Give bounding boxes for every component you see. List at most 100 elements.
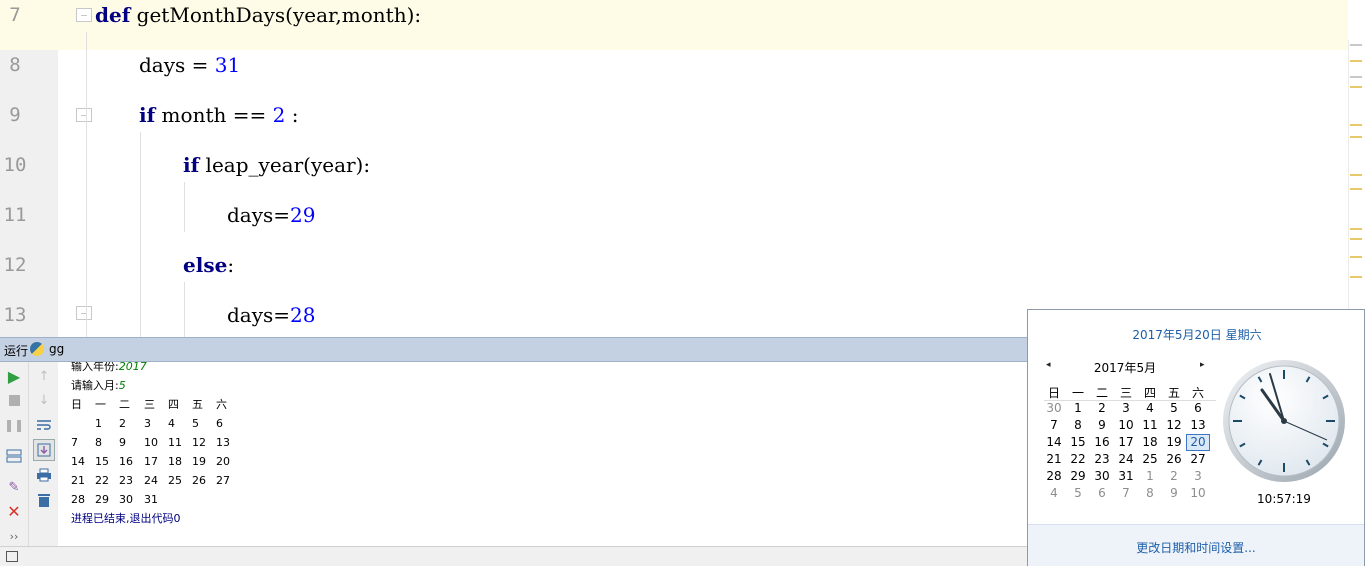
stripe-marker[interactable] <box>1350 188 1362 190</box>
editor-scrollbar[interactable] <box>1348 40 1365 337</box>
popup-day[interactable]: 17 <box>1114 434 1138 451</box>
code-text[interactable]: def getMonthDays(year,month): <box>95 0 421 30</box>
code-line-12[interactable]: 12 else: <box>0 250 1348 300</box>
popup-day[interactable]: 11 <box>1138 417 1162 434</box>
popup-day[interactable]: 8 <box>1066 417 1090 434</box>
fold-marker-icon[interactable] <box>76 108 92 122</box>
popup-day[interactable]: 5 <box>1066 485 1090 502</box>
popup-day[interactable]: 10 <box>1114 417 1138 434</box>
popup-day[interactable]: 30 <box>1090 468 1114 485</box>
code-line-10[interactable]: 10 if leap_year(year): <box>0 150 1348 200</box>
console-day: 16 <box>119 455 133 468</box>
trash-icon[interactable] <box>34 490 54 510</box>
soft-wrap-icon[interactable] <box>34 415 54 435</box>
console-day: 17 <box>144 455 158 468</box>
popup-day[interactable]: 6 <box>1186 400 1210 417</box>
popup-day[interactable]: 3 <box>1186 468 1210 485</box>
popup-day[interactable]: 16 <box>1090 434 1114 451</box>
popup-day[interactable]: 31 <box>1114 468 1138 485</box>
code-line-8[interactable]: 8 days = 31 <box>0 50 1348 100</box>
popup-day[interactable]: 26 <box>1162 451 1186 468</box>
code-text[interactable]: if leap_year(year): <box>183 150 370 180</box>
run-tab-title[interactable]: 运行 <box>4 342 28 359</box>
popup-day[interactable]: 1 <box>1066 400 1090 417</box>
popup-day[interactable]: 29 <box>1066 468 1090 485</box>
popup-day[interactable]: 12 <box>1162 417 1186 434</box>
month-title[interactable]: 2017年5月 <box>1070 359 1180 376</box>
stripe-marker[interactable] <box>1350 60 1362 62</box>
popup-day[interactable]: 3 <box>1114 400 1138 417</box>
popup-day-today[interactable]: 20 <box>1186 434 1210 451</box>
popup-day[interactable]: 4 <box>1138 400 1162 417</box>
popup-day[interactable]: 1 <box>1138 468 1162 485</box>
close-icon[interactable]: ✕ <box>4 501 24 521</box>
popup-full-date[interactable]: 2017年5月20日 星期六 <box>1028 326 1365 343</box>
popup-day[interactable]: 13 <box>1186 417 1210 434</box>
popup-day[interactable]: 7 <box>1114 485 1138 502</box>
popup-day[interactable]: 6 <box>1090 485 1114 502</box>
popup-day[interactable]: 5 <box>1162 400 1186 417</box>
code-line-11[interactable]: 11 days=29 <box>0 200 1348 250</box>
run-icon[interactable]: ▶ <box>4 366 24 386</box>
popup-day[interactable]: 24 <box>1114 451 1138 468</box>
more-icon[interactable]: ›› <box>4 526 24 546</box>
stripe-marker[interactable] <box>1350 136 1362 138</box>
pin-icon[interactable]: ✎ <box>4 477 24 497</box>
popup-day[interactable]: 10 <box>1186 485 1210 502</box>
tool-window-toggle-icon[interactable] <box>6 551 18 562</box>
popup-day[interactable]: 2 <box>1090 400 1114 417</box>
code-text[interactable]: if month == 2 : <box>139 100 298 130</box>
prev-month-icon[interactable]: ◂ <box>1046 360 1051 370</box>
popup-day[interactable]: 7 <box>1042 417 1066 434</box>
popup-day[interactable]: 21 <box>1042 451 1066 468</box>
indent-guide <box>184 182 185 232</box>
popup-day[interactable]: 15 <box>1066 434 1090 451</box>
popup-day[interactable]: 25 <box>1138 451 1162 468</box>
popup-day[interactable]: 18 <box>1138 434 1162 451</box>
stripe-marker[interactable] <box>1350 238 1362 240</box>
change-date-time-settings-link[interactable]: 更改日期和时间设置... <box>1028 539 1364 556</box>
popup-day[interactable]: 8 <box>1138 485 1162 502</box>
code-line-9[interactable]: 9 if month == 2 : <box>0 100 1348 150</box>
popup-day[interactable]: 9 <box>1162 485 1186 502</box>
stripe-marker[interactable] <box>1350 276 1362 278</box>
popup-day[interactable]: 14 <box>1042 434 1066 451</box>
popup-day[interactable]: 22 <box>1066 451 1090 468</box>
stripe-marker[interactable] <box>1350 76 1362 78</box>
stripe-marker[interactable] <box>1350 86 1362 88</box>
stripe-marker[interactable] <box>1350 174 1362 176</box>
stripe-marker[interactable] <box>1350 256 1362 258</box>
popup-day[interactable]: 28 <box>1042 468 1066 485</box>
fold-marker-icon[interactable] <box>76 8 92 22</box>
popup-day[interactable]: 9 <box>1090 417 1114 434</box>
popup-day[interactable]: 19 <box>1162 434 1186 451</box>
stripe-marker[interactable] <box>1350 44 1362 46</box>
popup-day[interactable]: 27 <box>1186 451 1210 468</box>
code-text[interactable]: days=29 <box>227 200 316 230</box>
code-text[interactable]: days=28 <box>227 300 316 330</box>
code-line-7[interactable]: 7 def getMonthDays(year,month): <box>0 0 1348 50</box>
code-editor[interactable]: 7 def getMonthDays(year,month): 8 days =… <box>0 0 1365 337</box>
console-output[interactable]: 输入年份:2017 请输入月:5 日一二三四五六 1 2 3 4 5 6 7 8 9 10 11 12 1… <box>58 362 1028 546</box>
console-user-input: 2017 <box>118 362 147 373</box>
scroll-to-end-icon[interactable] <box>33 439 55 461</box>
fold-marker-icon[interactable] <box>76 306 92 320</box>
stop-icon[interactable] <box>4 390 24 410</box>
console-day: 14 <box>71 455 85 468</box>
down-arrow-icon[interactable]: ↓ <box>34 390 54 410</box>
code-text[interactable]: days = 31 <box>139 50 240 80</box>
up-arrow-icon[interactable]: ↑ <box>34 366 54 386</box>
console-day: 13 <box>216 436 230 449</box>
popup-day[interactable]: 23 <box>1090 451 1114 468</box>
layout-icon[interactable] <box>4 446 24 466</box>
next-month-icon[interactable]: ▸ <box>1200 360 1205 370</box>
stripe-marker[interactable] <box>1350 228 1362 230</box>
code-text[interactable]: else: <box>183 250 234 280</box>
run-config-name[interactable]: gg <box>49 342 64 356</box>
print-icon[interactable] <box>34 465 54 485</box>
popup-day[interactable]: 2 <box>1162 468 1186 485</box>
popup-day[interactable]: 4 <box>1042 485 1066 502</box>
pause-icon[interactable]: ❚❚ <box>4 415 24 435</box>
stripe-marker[interactable] <box>1350 124 1362 126</box>
popup-day[interactable]: 30 <box>1042 400 1066 417</box>
